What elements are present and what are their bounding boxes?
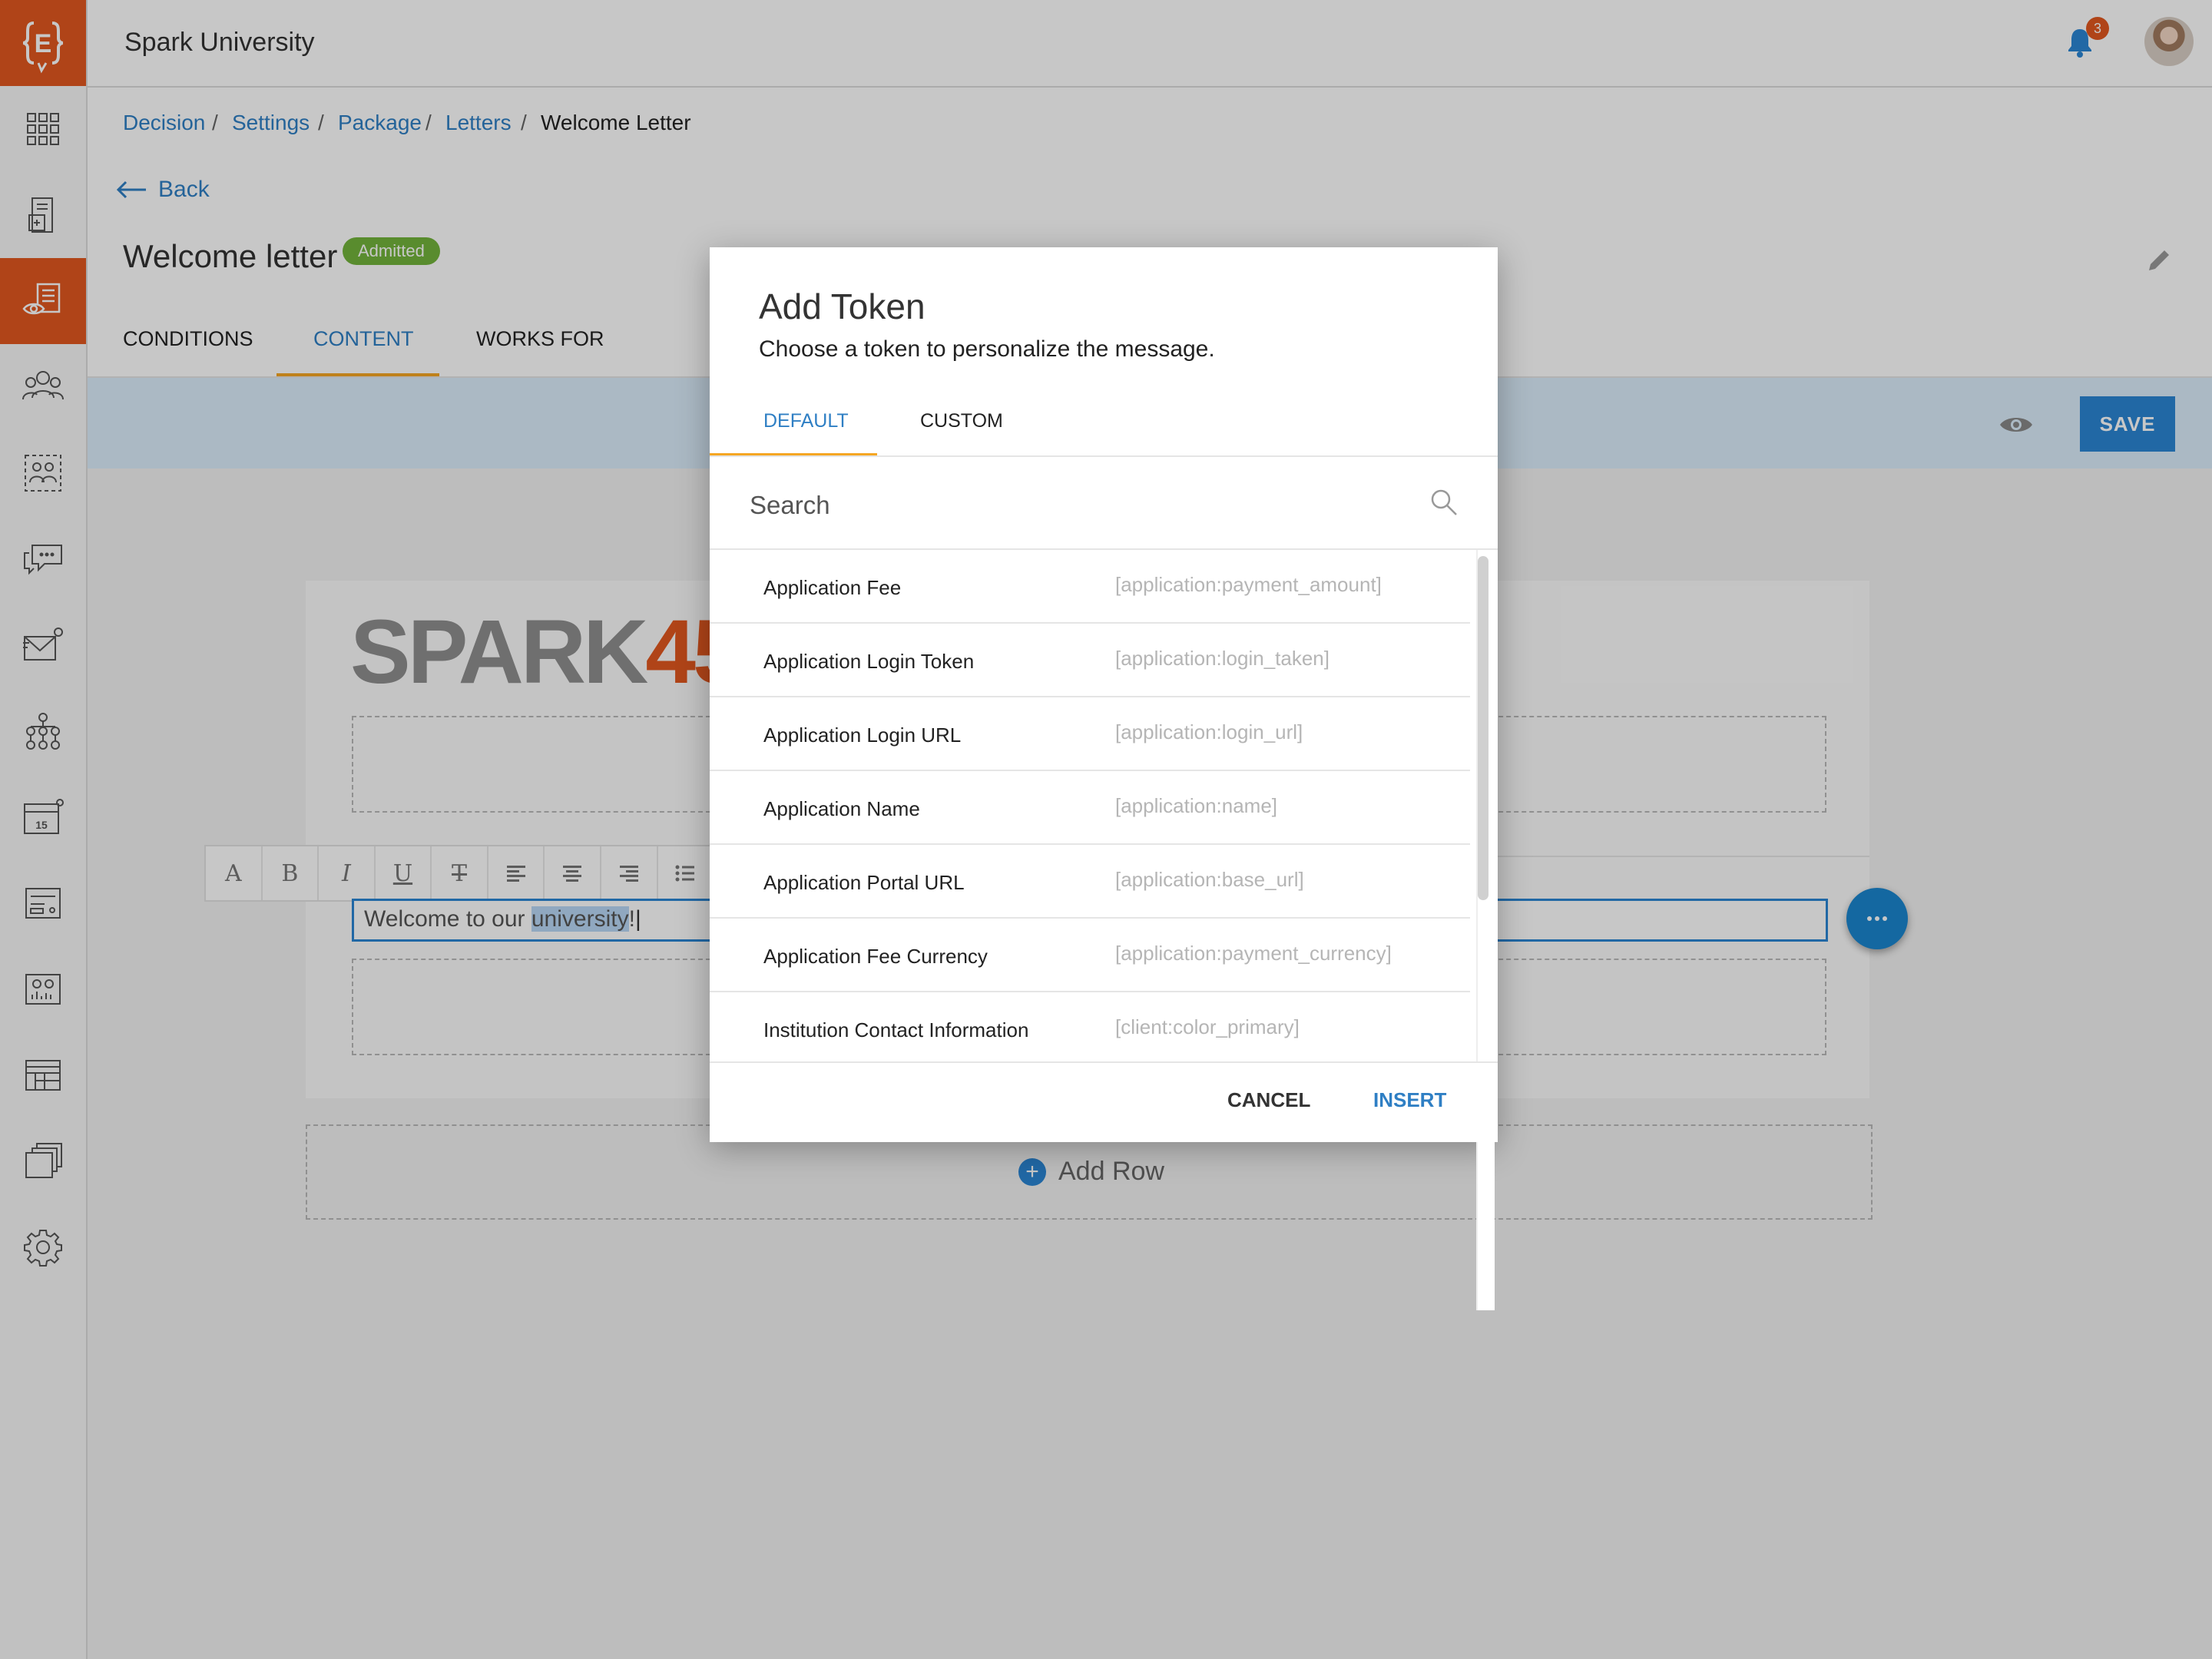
token-row[interactable]: Application Login Token [application:log… <box>710 624 1470 697</box>
dialog-subtitle: Choose a token to personalize the messag… <box>759 336 1215 362</box>
token-row[interactable]: Application Fee [application:payment_amo… <box>710 550 1470 624</box>
token-code: [application:payment_currency] <box>1115 942 1392 965</box>
tabs-divider <box>710 455 1498 457</box>
token-list: Application Fee [application:payment_amo… <box>710 550 1470 1295</box>
token-search-input[interactable] <box>748 478 1427 533</box>
cancel-button[interactable]: CANCEL <box>1223 1088 1315 1113</box>
token-code: [client:color_primary] <box>1115 1015 1300 1038</box>
token-name: Application Fee Currency <box>763 945 988 968</box>
token-name: Application Fee <box>763 576 902 599</box>
token-code: [application:login_taken] <box>1115 647 1330 670</box>
token-code: [application:login_url] <box>1115 720 1303 743</box>
token-row[interactable]: Application Name [application:name] <box>710 771 1470 845</box>
tab-default[interactable]: DEFAULT <box>763 410 849 432</box>
token-row[interactable]: Application Fee Currency [application:pa… <box>710 919 1470 992</box>
token-name: Application Login URL <box>763 724 962 747</box>
token-row[interactable]: Application Login URL [application:login… <box>710 697 1470 771</box>
add-token-dialog: Add Token Choose a token to personalize … <box>710 247 1498 1310</box>
insert-button[interactable]: INSERT <box>1369 1088 1451 1113</box>
token-name: Application Login Token <box>763 650 975 673</box>
token-name: Application Name <box>763 797 920 820</box>
scrollbar-thumb[interactable] <box>1478 556 1488 900</box>
token-row[interactable]: Institution Contact Information [client:… <box>710 992 1470 1066</box>
search-button[interactable] <box>1429 487 1459 518</box>
token-code: [application:base_url] <box>1115 868 1304 891</box>
token-row[interactable]: Application Portal URL [application:base… <box>710 845 1470 919</box>
token-name: Application Portal URL <box>763 871 965 894</box>
tab-custom[interactable]: CUSTOM <box>920 410 1003 432</box>
token-name: Institution Contact Information <box>763 1018 1029 1041</box>
search-icon <box>1431 489 1457 515</box>
token-code: [application:name] <box>1115 794 1278 817</box>
dialog-title: Add Token <box>759 286 926 326</box>
token-code: [application:payment_amount] <box>1115 573 1382 596</box>
